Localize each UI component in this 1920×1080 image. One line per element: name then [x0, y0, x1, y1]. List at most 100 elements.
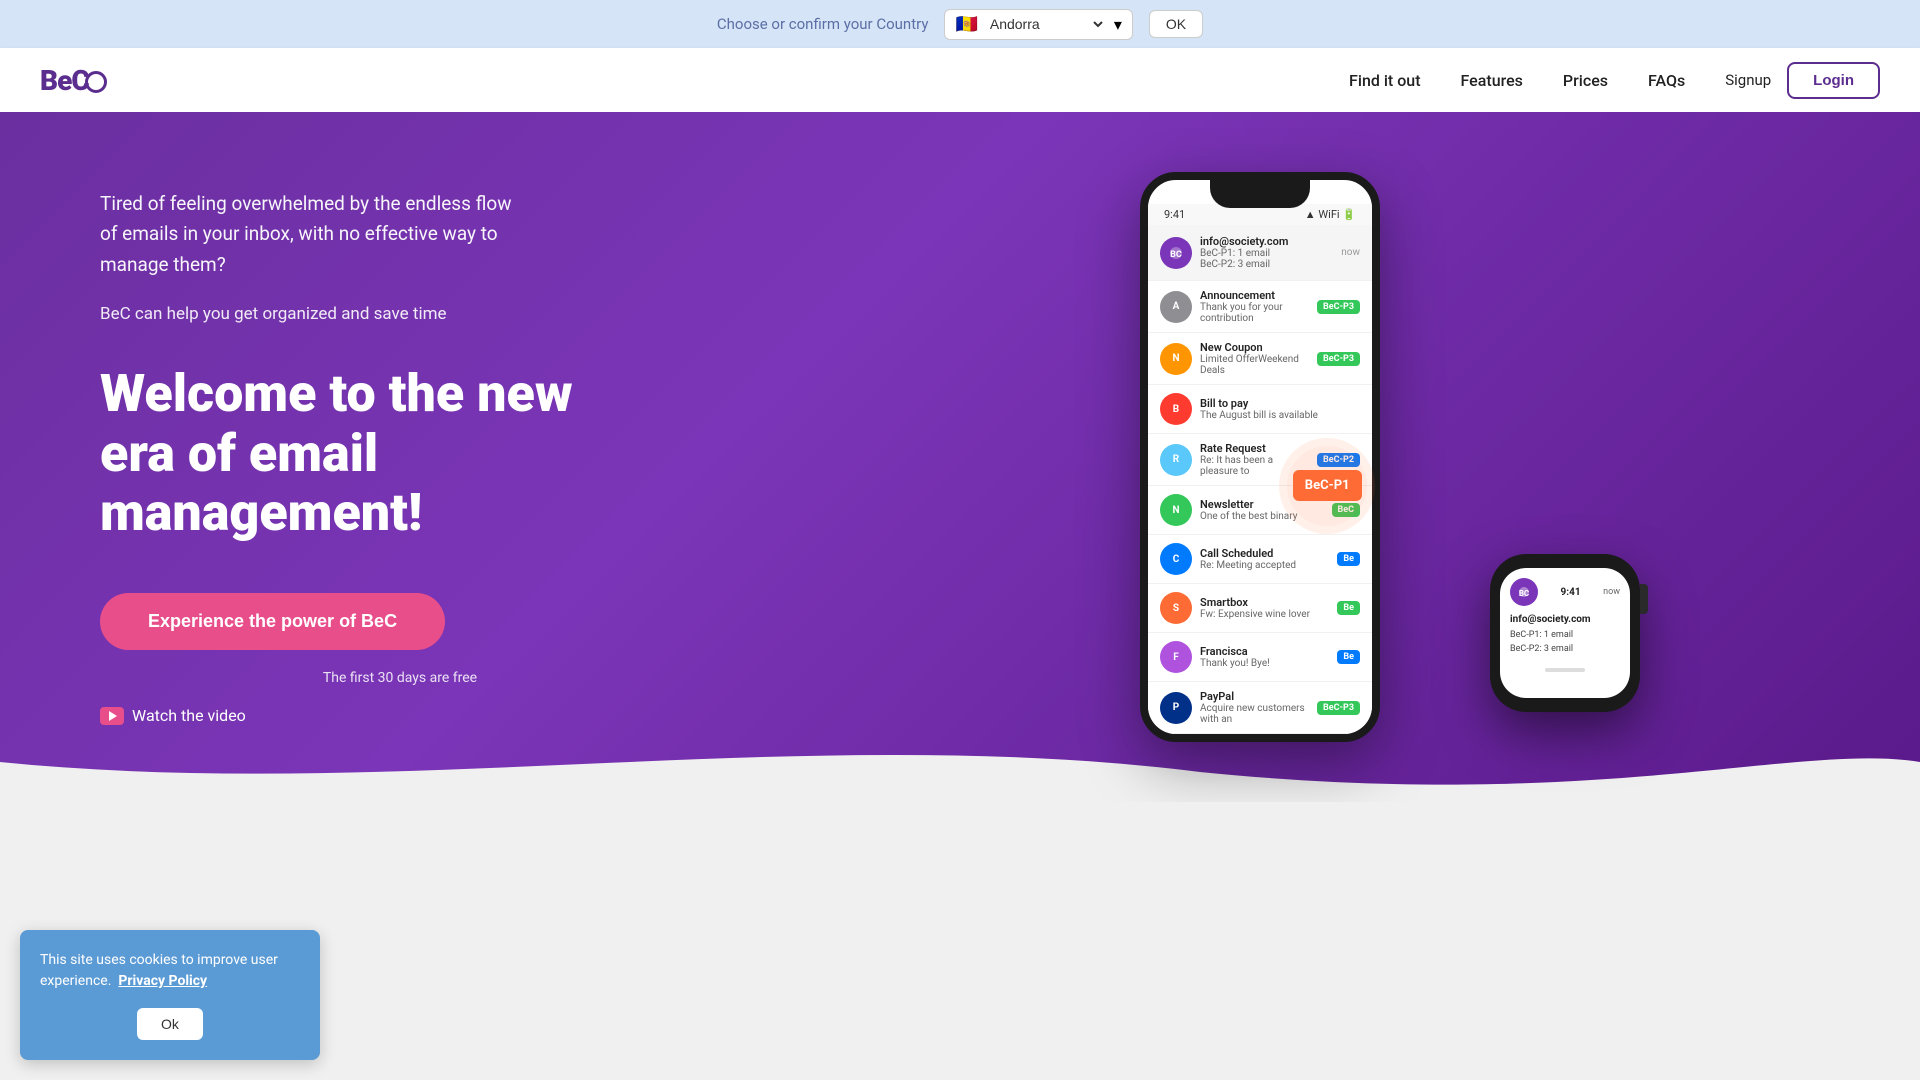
preview: Acquire new customers with an: [1200, 703, 1309, 725]
phone-area: 9:41 ▲ WiFi 🔋 BC info@society.com BeC-P1…: [700, 172, 1820, 742]
dropdown-icon: ▾: [1114, 15, 1122, 34]
svg-text:BC: BC: [1519, 589, 1529, 598]
sender: Announcement: [1200, 289, 1309, 302]
watch-text: BeC-P1: 1 email BeC-P2: 3 email: [1510, 629, 1620, 656]
email-info: Francisca Thank you! Bye!: [1200, 645, 1329, 669]
avatar: S: [1160, 592, 1192, 624]
country-dropdown[interactable]: Andorra United States United Kingdom Spa…: [986, 15, 1106, 33]
email-info: Bill to pay The August bill is available: [1200, 397, 1360, 421]
preview: Re: Meeting accepted: [1200, 560, 1329, 571]
phone-status-icons: ▲ WiFi 🔋: [1305, 208, 1356, 221]
cookie-ok-button[interactable]: Ok: [137, 1008, 203, 1040]
bec-p1-label: BeC-P1: [1293, 470, 1362, 501]
avatar: C: [1160, 543, 1192, 575]
email-info: New Coupon Limited OfferWeekend Deals: [1200, 341, 1309, 376]
privacy-policy-link[interactable]: Privacy Policy: [118, 973, 207, 989]
watch-screen: BC 9:41 now info@society.com BeC-P1: 1 e…: [1500, 568, 1630, 698]
watch-label: now: [1603, 587, 1620, 597]
watch-sender: info@society.com: [1510, 614, 1620, 625]
nav-prices[interactable]: Prices: [1563, 71, 1608, 90]
email-info: Smartbox Fw: Expensive wine lover: [1200, 596, 1329, 620]
watch-time: 9:41: [1561, 587, 1581, 598]
email-info: Announcement Thank you for your contribu…: [1200, 289, 1309, 324]
watch-video[interactable]: Watch the video: [100, 706, 700, 725]
nav-features[interactable]: Features: [1461, 71, 1523, 90]
email-preview: BeC-P1: 1 email: [1200, 248, 1333, 259]
watch-app-icon: BC: [1510, 578, 1538, 606]
sender: PayPal: [1200, 690, 1309, 703]
sender: New Coupon: [1200, 341, 1309, 354]
avatar: F: [1160, 641, 1192, 673]
country-selector[interactable]: 🇦🇩 Andorra United States United Kingdom …: [944, 9, 1132, 40]
tag: BeC-P3: [1317, 300, 1360, 314]
hero-content: Tired of feeling overwhelmed by the endl…: [100, 189, 700, 726]
top-bar: Choose or confirm your Country 🇦🇩 Andorr…: [0, 0, 1920, 48]
email-item-bill: B Bill to pay The August bill is availab…: [1148, 385, 1372, 434]
email-notification: BC info@society.com BeC-P1: 1 email BeC-…: [1148, 225, 1372, 281]
phone-notch: [1210, 180, 1310, 208]
ok-button[interactable]: OK: [1149, 10, 1203, 38]
watch-status: BC 9:41 now: [1510, 578, 1620, 606]
watch-home-indicator: [1545, 668, 1585, 672]
avatar: N: [1160, 494, 1192, 526]
free-trial-text: The first 30 days are free: [100, 670, 700, 686]
tag: BeC-P3: [1317, 352, 1360, 366]
preview: Limited OfferWeekend Deals: [1200, 354, 1309, 376]
cookie-text: This site uses cookies to improve user e…: [40, 950, 300, 992]
avatar: N: [1160, 343, 1192, 375]
logo-ring: [85, 71, 107, 93]
tag: Be: [1337, 552, 1360, 566]
country-prompt: Choose or confirm your Country: [717, 15, 929, 33]
bec-p1-circle: BeC-P1: [1287, 446, 1367, 526]
email-time: now: [1341, 247, 1360, 258]
phone-time: 9:41: [1164, 208, 1185, 221]
email-item-coupon: N New Coupon Limited OfferWeekend Deals …: [1148, 333, 1372, 385]
nav-links: Find it out Features Prices FAQs: [1349, 71, 1685, 90]
login-button[interactable]: Login: [1787, 62, 1880, 99]
avatar: R: [1160, 444, 1192, 476]
watch-crown: [1640, 584, 1648, 614]
cta-button[interactable]: Experience the power of BeC: [100, 593, 445, 650]
bec-p1-badge-wrapper: BeC-P1: [1287, 446, 1367, 526]
logo: BeC: [40, 64, 107, 97]
email-item-francisca: F Francisca Thank you! Bye! Be: [1148, 633, 1372, 682]
hero-title: Welcome to the newera of emailmanagement…: [100, 364, 700, 543]
tag: Be: [1337, 601, 1360, 615]
tag: BeC-P3: [1317, 701, 1360, 715]
phone-mockup-wrapper: 9:41 ▲ WiFi 🔋 BC info@society.com BeC-P1…: [1140, 172, 1380, 742]
nav-faqs[interactable]: FAQs: [1648, 71, 1685, 90]
avatar: A: [1160, 291, 1192, 323]
email-item-announcement: A Announcement Thank you for your contri…: [1148, 281, 1372, 333]
sender: Bill to pay: [1200, 397, 1360, 410]
svg-text:BC: BC: [1170, 250, 1182, 260]
country-flag: 🇦🇩: [955, 14, 977, 35]
email-avatar: BC: [1160, 237, 1192, 269]
sender: Francisca: [1200, 645, 1329, 658]
avatar: P: [1160, 692, 1192, 724]
email-preview2: BeC-P2: 3 email: [1200, 259, 1333, 270]
watch-video-label: Watch the video: [132, 706, 246, 725]
cookie-notice: This site uses cookies to improve user e…: [20, 930, 320, 1060]
navbar: BeC Find it out Features Prices FAQs Sig…: [0, 48, 1920, 112]
sender: Smartbox: [1200, 596, 1329, 609]
email-item-smartbox: S Smartbox Fw: Expensive wine lover Be: [1148, 584, 1372, 633]
hero-subtitle: Tired of feeling overwhelmed by the endl…: [100, 189, 700, 280]
avatar: B: [1160, 393, 1192, 425]
sender: Call Scheduled: [1200, 547, 1329, 560]
nav-right: Signup Login: [1725, 62, 1880, 99]
preview: Thank you! Bye!: [1200, 658, 1329, 669]
tag: Be: [1337, 650, 1360, 664]
preview: Fw: Expensive wine lover: [1200, 609, 1329, 620]
hero-helper: BeC can help you get organized and save …: [100, 304, 700, 324]
play-icon: [100, 707, 124, 725]
preview: Thank you for your contribution: [1200, 302, 1309, 324]
email-info: PayPal Acquire new customers with an: [1200, 690, 1309, 725]
email-sender: info@society.com: [1200, 235, 1333, 248]
email-item-paypal: P PayPal Acquire new customers with an B…: [1148, 682, 1372, 734]
nav-find-it-out[interactable]: Find it out: [1349, 71, 1420, 90]
email-info: info@society.com BeC-P1: 1 email BeC-P2:…: [1200, 235, 1333, 270]
watch-mockup: BC 9:41 now info@society.com BeC-P1: 1 e…: [1490, 554, 1640, 712]
signup-link[interactable]: Signup: [1725, 71, 1771, 89]
preview: The August bill is available: [1200, 410, 1360, 421]
email-info: Call Scheduled Re: Meeting accepted: [1200, 547, 1329, 571]
